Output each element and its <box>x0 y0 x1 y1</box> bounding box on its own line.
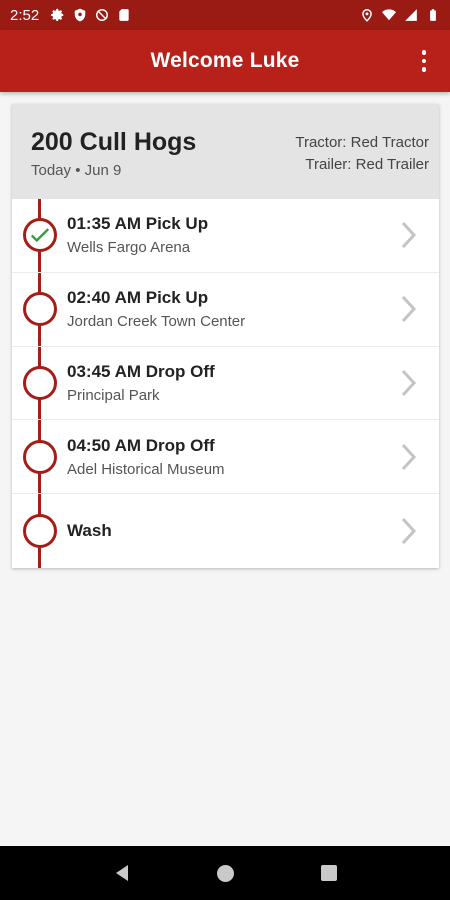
chevron-right-icon <box>401 222 417 249</box>
status-left: 2:52 <box>10 7 131 24</box>
stop-row[interactable]: 02:40 AM Pick Up Jordan Creek Town Cente… <box>12 273 439 347</box>
trip-date: Today • Jun 9 <box>31 162 122 179</box>
status-time: 2:52 <box>10 6 40 24</box>
stop-text: Wash <box>67 521 112 541</box>
stop-location: Adel Historical Museum <box>67 460 225 478</box>
stop-row[interactable]: Wash <box>12 494 439 568</box>
overflow-dot <box>421 67 427 72</box>
stop-text: 03:45 AM Drop Off Principal Park <box>67 362 215 404</box>
system-nav-bar <box>0 846 450 900</box>
stop-row[interactable]: 04:50 AM Drop Off Adel Historical Museum <box>12 420 439 495</box>
more-vert-icon[interactable] <box>414 48 434 74</box>
trailer-label: Trailer: Red Trailer <box>305 156 429 173</box>
overflow-dot <box>421 50 427 55</box>
status-right <box>360 8 440 22</box>
stop-text: 01:35 AM Pick Up Wells Fargo Arena <box>67 214 208 256</box>
stop-title: 01:35 AM Pick Up <box>67 214 209 234</box>
stop-title: Wash <box>67 521 112 541</box>
back-icon[interactable] <box>113 864 131 882</box>
stop-row[interactable]: 03:45 AM Drop Off Principal Park <box>12 347 439 421</box>
chevron-right-icon <box>401 518 417 545</box>
chevron-right-icon <box>401 443 417 470</box>
status-bar: 2:52 <box>0 0 450 30</box>
sd-card-icon <box>119 9 129 21</box>
tractor-label: Tractor: Red Tractor <box>295 134 429 151</box>
overflow-dot <box>421 58 427 64</box>
stop-marker <box>23 439 57 474</box>
stop-row[interactable]: 01:35 AM Pick Up Wells Fargo Arena <box>12 199 439 273</box>
trip-title: 200 Cull Hogs <box>31 128 197 156</box>
stop-marker <box>23 365 57 400</box>
shield-icon <box>74 8 86 22</box>
stop-location: Principal Park <box>67 386 160 404</box>
trip-header: 200 Cull Hogs Today • Jun 9 Tractor: Red… <box>12 104 439 199</box>
stop-title: 03:45 AM Drop Off <box>67 361 215 381</box>
check-icon <box>30 228 50 243</box>
gear-icon <box>51 8 64 22</box>
stop-marker <box>23 514 57 549</box>
stop-list: 01:35 AM Pick Up Wells Fargo Arena 02:40… <box>12 199 439 568</box>
stop-location: Wells Fargo Arena <box>67 239 191 257</box>
chevron-right-icon <box>401 296 417 323</box>
stop-marker <box>23 292 57 327</box>
app-bar: Welcome Luke <box>0 30 450 92</box>
location-icon <box>362 9 372 22</box>
stop-text: 02:40 AM Pick Up Jordan Creek Town Cente… <box>67 288 245 330</box>
stop-marker-completed <box>23 218 57 253</box>
chevron-right-icon <box>401 369 417 396</box>
wifi-icon <box>382 9 396 21</box>
no-sync-icon <box>96 9 109 21</box>
home-icon[interactable] <box>217 864 235 882</box>
battery-icon <box>430 9 436 21</box>
stop-location: Jordan Creek Town Center <box>67 313 246 331</box>
app-title: Welcome Luke <box>150 49 300 72</box>
trip-card: 200 Cull Hogs Today • Jun 9 Tractor: Red… <box>12 104 439 568</box>
signal-icon <box>405 9 417 21</box>
stop-text: 04:50 AM Drop Off Adel Historical Museum <box>67 436 225 478</box>
recents-icon[interactable] <box>320 865 337 881</box>
equipment-info: Tractor: Red Tractor Trailer: Red Traile… <box>295 132 429 176</box>
stop-title: 04:50 AM Drop Off <box>67 435 215 455</box>
stop-title: 02:40 AM Pick Up <box>67 288 209 308</box>
